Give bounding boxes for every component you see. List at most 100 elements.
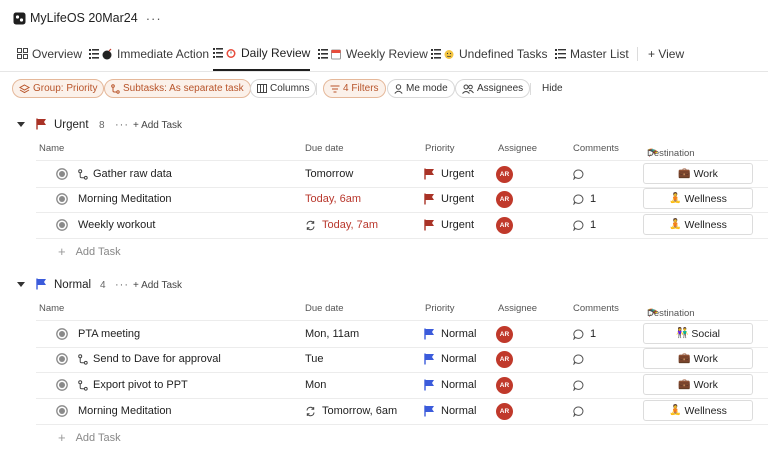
assignee-cell[interactable]: AR (496, 212, 513, 238)
group-add-task-button[interactable]: + Add Task (133, 280, 182, 291)
avatar: AR (496, 402, 513, 420)
add-task-row-button[interactable]: + Add Task (58, 244, 121, 259)
destination-cell[interactable]: 💼 Work (643, 163, 753, 184)
group-more-icon[interactable]: ··· (115, 119, 129, 131)
due-date-cell[interactable]: Mon, 11am (305, 321, 359, 347)
task-name-cell[interactable]: Morning Meditation (78, 186, 172, 212)
col-name[interactable]: Name (39, 143, 64, 154)
priority-cell[interactable]: Normal (424, 398, 476, 424)
tab-master-list[interactable]: Master List (555, 36, 629, 71)
col-due-date[interactable]: Due date (305, 303, 344, 314)
tab-immediate-action[interactable]: Immediate Action (89, 36, 209, 71)
status-circle-icon[interactable] (56, 353, 68, 365)
task-name-cell[interactable]: Morning Meditation (78, 398, 172, 424)
comments-cell[interactable] (573, 161, 590, 187)
task-name-cell[interactable]: Weekly workout (78, 212, 155, 238)
due-date: Tomorrow (305, 168, 354, 180)
task-name-cell[interactable]: Gather raw data (78, 161, 172, 187)
assignee-cell[interactable]: AR (496, 346, 513, 372)
hide-button[interactable]: Hide (542, 83, 563, 94)
task-row[interactable]: Gather raw data Tomorrow Urgent AR 💼 Wor… (36, 160, 768, 188)
list-icon (555, 48, 566, 59)
comments-cell[interactable] (573, 346, 590, 372)
comments-cell[interactable]: 1 (573, 212, 596, 238)
status-circle-icon[interactable] (56, 219, 68, 231)
tab-label: Immediate Action (117, 46, 210, 61)
col-assignee[interactable]: Assignee (498, 303, 537, 314)
due-date-cell[interactable]: Tue (305, 346, 324, 372)
assignee-cell[interactable]: AR (496, 398, 513, 424)
task-row[interactable]: Morning Meditation Today, 6am Urgent AR … (36, 186, 768, 213)
due-date-cell[interactable]: Today, 6am (305, 186, 361, 212)
assignees-chip[interactable]: Assignees (455, 79, 531, 98)
tab-undefined-tasks[interactable]: Undefined Tasks (431, 36, 548, 71)
col-name[interactable]: Name (39, 303, 64, 314)
col-due-date[interactable]: Due date (305, 143, 344, 154)
destination-cell[interactable]: 🧘 Wellness (643, 188, 753, 209)
add-view-button[interactable]: + View (648, 36, 684, 71)
task-row[interactable]: Morning Meditation Tomorrow, 6am Normal … (36, 398, 768, 425)
group-more-icon[interactable]: ··· (115, 279, 129, 291)
filter-icon (330, 85, 340, 93)
group-by-chip[interactable]: Group: Priority (12, 79, 105, 98)
assignee-cell[interactable]: AR (496, 186, 513, 212)
due-date-cell[interactable]: Today, 7am (305, 212, 378, 238)
destination-cell[interactable]: 🧘 Wellness (643, 214, 753, 235)
priority-cell[interactable]: Urgent (424, 186, 474, 212)
destination-cell[interactable]: 💼 Work (643, 348, 753, 369)
due-date-cell[interactable]: Mon (305, 372, 326, 398)
task-row[interactable]: Send to Dave for approval Tue Normal AR (36, 346, 768, 373)
priority-cell[interactable]: Urgent (424, 161, 474, 187)
col-comments[interactable]: Comments (573, 303, 619, 314)
me-mode-chip[interactable]: Me mode (387, 79, 455, 98)
priority-cell[interactable]: Normal (424, 372, 476, 398)
chip-label: Me mode (406, 83, 448, 94)
group-add-task-button[interactable]: + Add Task (133, 120, 182, 131)
status-circle-icon[interactable] (56, 379, 68, 391)
collapse-caret-icon[interactable] (17, 121, 25, 129)
more-options-icon[interactable]: ··· (146, 11, 162, 26)
comments-cell[interactable]: 1 (573, 321, 596, 347)
status-circle-icon[interactable] (56, 328, 68, 340)
assignee-cell[interactable]: AR (496, 321, 513, 347)
filters-chip[interactable]: 4 Filters (323, 79, 386, 98)
destination-cell[interactable]: 🧘 Wellness (643, 400, 753, 421)
collapse-caret-icon[interactable] (17, 281, 25, 289)
comments-cell[interactable] (573, 398, 590, 424)
list-alarm-icon (213, 47, 237, 59)
task-name-cell[interactable]: Export pivot to PPT (78, 372, 188, 398)
priority-cell[interactable]: Urgent (424, 212, 474, 238)
destination-emoji-icon: 🧘 (669, 193, 682, 204)
task-row[interactable]: PTA meeting Mon, 11am Normal AR 1 👫 Soci… (36, 320, 768, 348)
col-priority[interactable]: Priority (425, 303, 455, 314)
comments-cell[interactable]: 1 (573, 186, 596, 212)
priority-label: Normal (441, 405, 477, 417)
assignee-cell[interactable]: AR (496, 161, 513, 187)
due-date: Mon (305, 379, 327, 391)
status-circle-icon[interactable] (56, 193, 68, 205)
due-date-cell[interactable]: Tomorrow, 6am (305, 398, 397, 424)
priority-cell[interactable]: Normal (424, 346, 476, 372)
col-assignee[interactable]: Assignee (498, 143, 537, 154)
task-row[interactable]: Weekly workout Today, 7am Urgent AR 1 🧘 … (36, 212, 768, 239)
due-date-cell[interactable]: Tomorrow (305, 161, 353, 187)
col-comments[interactable]: Comments (573, 143, 619, 154)
tab-daily-review[interactable]: Daily Review (213, 36, 310, 71)
tab-overview[interactable]: Overview (17, 36, 82, 71)
destination-cell[interactable]: 👫 Social (643, 323, 753, 344)
status-circle-icon[interactable] (56, 168, 68, 180)
add-task-row-button[interactable]: + Add Task (58, 430, 121, 445)
priority-cell[interactable]: Normal (424, 321, 476, 347)
task-row[interactable]: Export pivot to PPT Mon Normal AR 💼 Work (36, 372, 768, 399)
comments-cell[interactable] (573, 372, 590, 398)
destination-cell[interactable]: 💼 Work (643, 374, 753, 395)
col-priority[interactable]: Priority (425, 143, 455, 154)
assignee-cell[interactable]: AR (496, 372, 513, 398)
subtasks-chip[interactable]: Subtasks: As separate task (104, 79, 251, 98)
status-circle-icon[interactable] (56, 405, 68, 417)
columns-chip[interactable]: Columns (250, 79, 317, 98)
task-name-cell[interactable]: PTA meeting (78, 321, 140, 347)
comment-icon (573, 219, 584, 231)
tab-weekly-review[interactable]: Weekly Review (318, 36, 428, 71)
task-name-cell[interactable]: Send to Dave for approval (78, 346, 221, 372)
